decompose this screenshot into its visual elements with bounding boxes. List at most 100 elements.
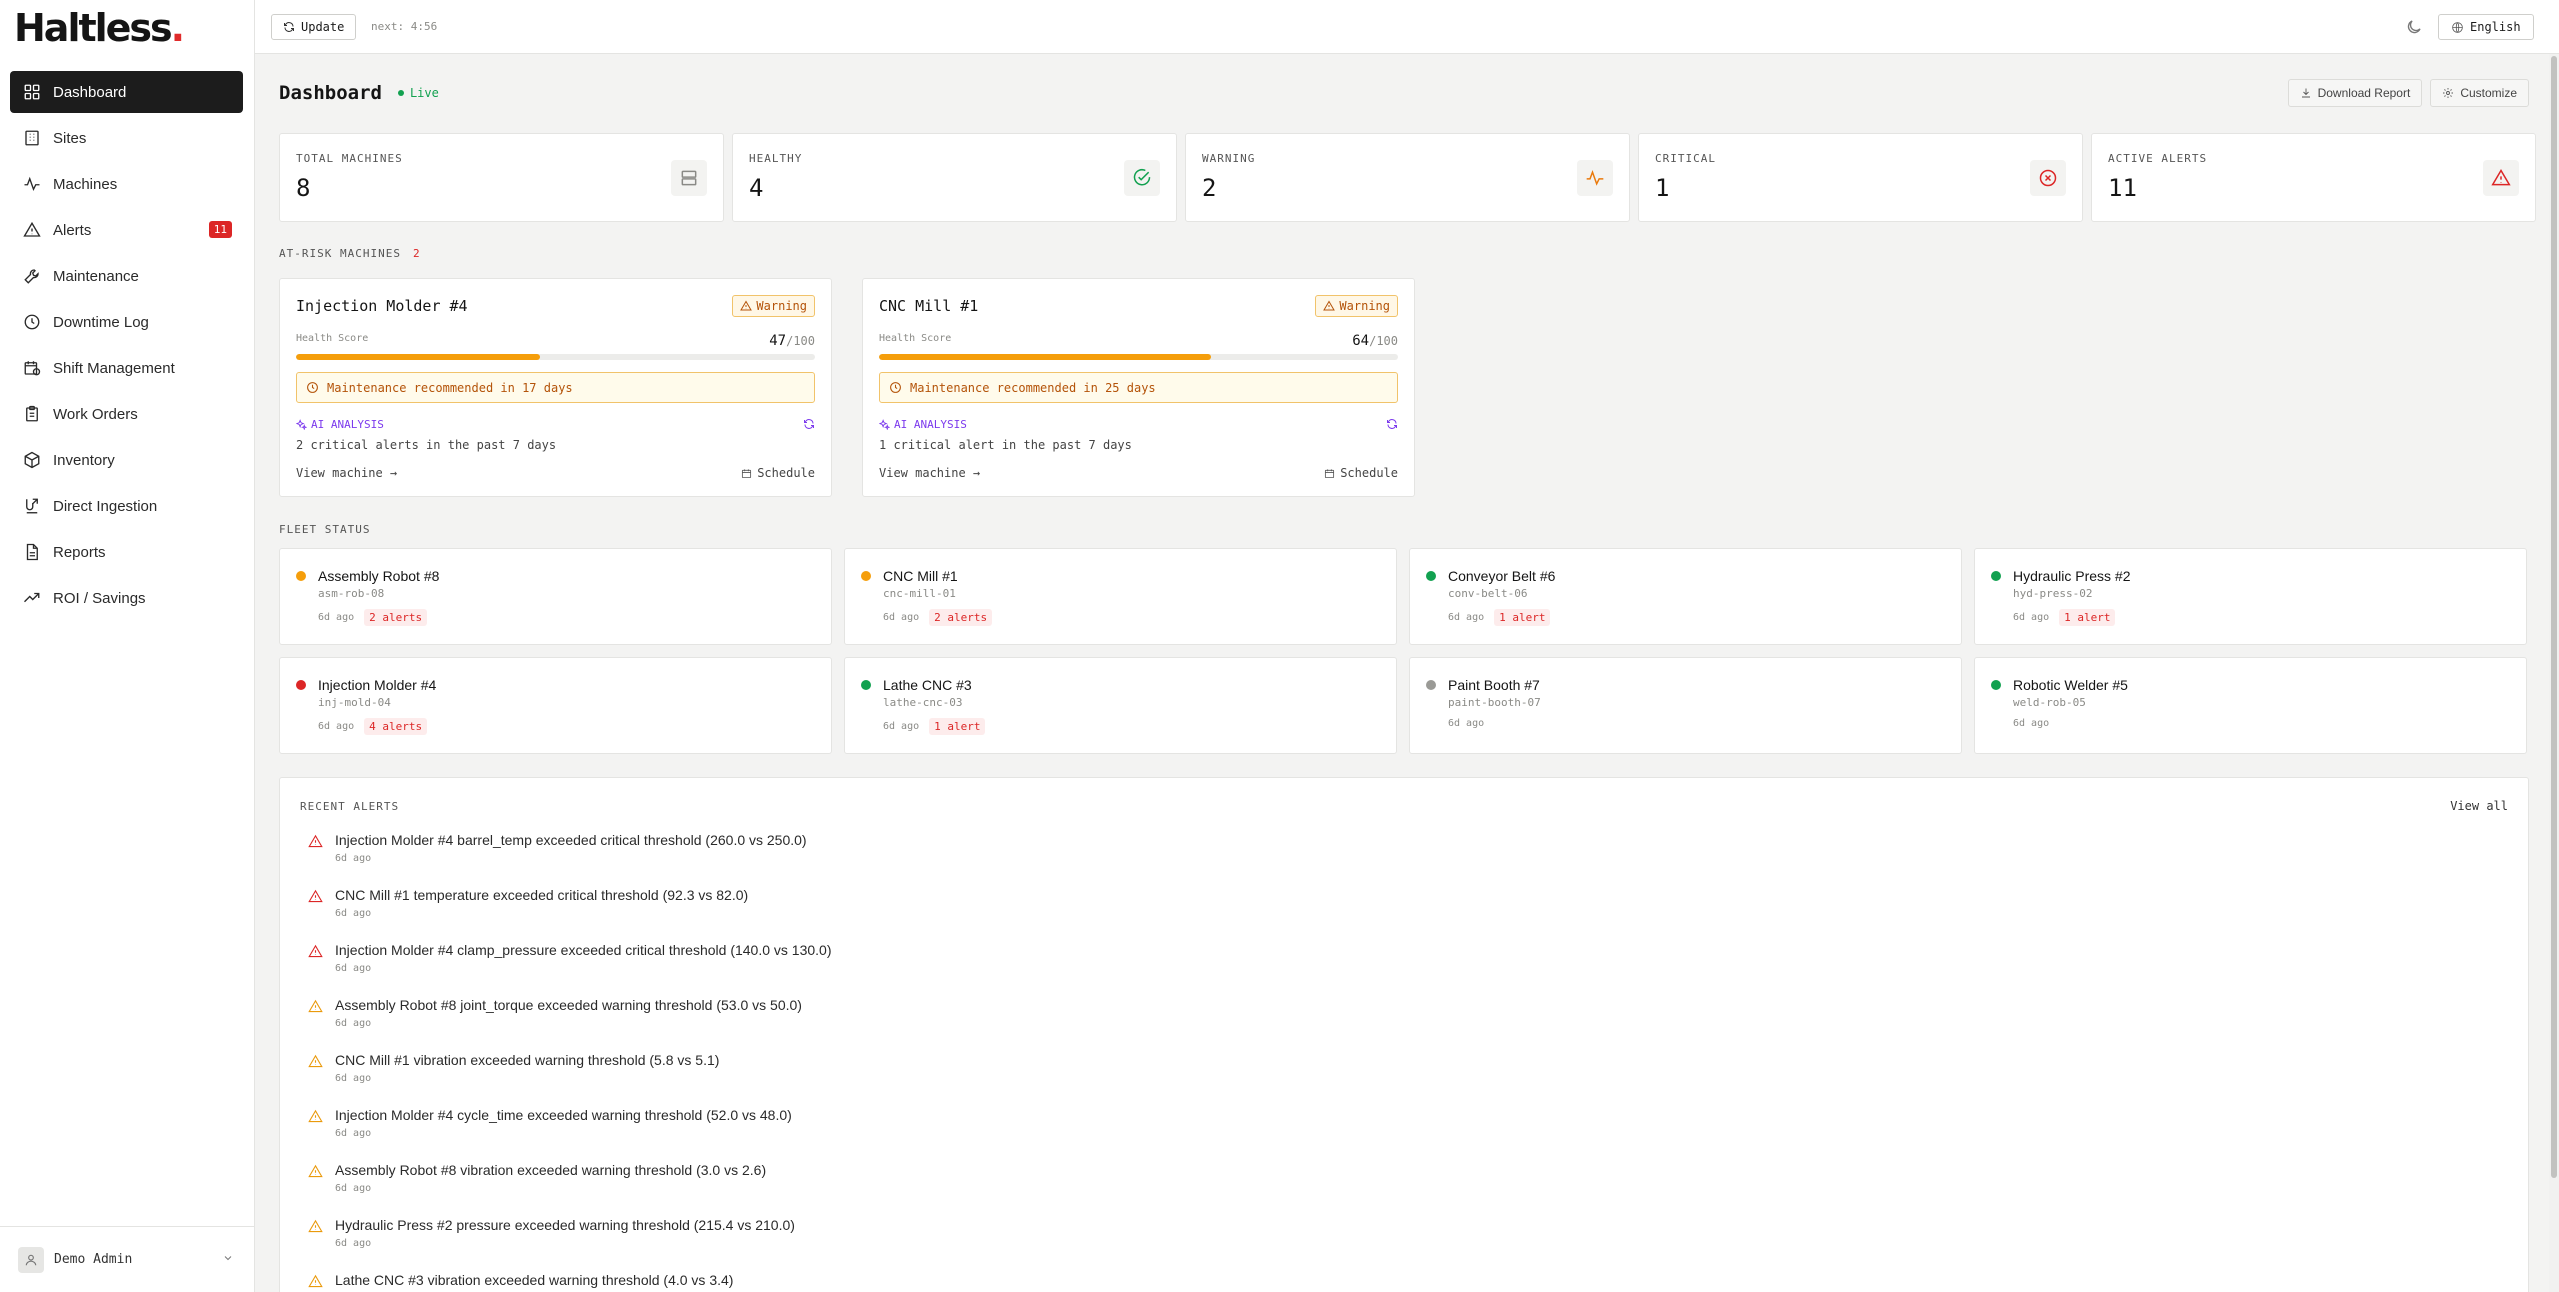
sidebar-item-machines[interactable]: Machines bbox=[10, 163, 243, 205]
stat-value: 2 bbox=[1202, 174, 1217, 202]
server-icon bbox=[671, 160, 707, 196]
trend-up-icon bbox=[24, 592, 40, 603]
x-circle-icon bbox=[2030, 160, 2066, 196]
stat-card-critical[interactable]: CRITICAL 1 bbox=[1638, 133, 2083, 222]
fleet-card[interactable]: CNC Mill #1 cnc-mill-01 6d ago 2 alerts bbox=[844, 548, 1397, 645]
last-seen: 6d ago bbox=[2013, 612, 2050, 623]
sidebar-item-reports[interactable]: Reports bbox=[10, 531, 243, 573]
health-score-bar bbox=[296, 354, 815, 360]
building-icon bbox=[25, 130, 39, 146]
status-dot bbox=[1426, 571, 1436, 581]
globe-icon bbox=[2452, 21, 2463, 33]
schedule-label: Schedule bbox=[757, 466, 815, 480]
pulse-icon bbox=[1577, 160, 1613, 196]
sidebar-item-sites[interactable]: Sites bbox=[10, 117, 243, 159]
fleet-card[interactable]: Injection Molder #4 inj-mold-04 6d ago 4 al… bbox=[279, 657, 832, 754]
stat-card-total-machines[interactable]: TOTAL MACHINES 8 bbox=[279, 133, 724, 222]
calendar-clock-icon bbox=[24, 361, 41, 376]
sidebar-item-roi-savings[interactable]: ROI / Savings bbox=[10, 577, 243, 619]
sidebar-item-maintenance[interactable]: Maintenance bbox=[10, 255, 243, 297]
fleet-card[interactable]: Paint Booth #7 paint-booth-07 6d ago bbox=[1409, 657, 1962, 754]
sidebar-item-label: Shift Management bbox=[53, 359, 175, 377]
recent-alerts-title: RECENT ALERTS bbox=[300, 800, 400, 813]
alert-message: Injection Molder #4 cycle_time exceeded … bbox=[335, 1107, 792, 1123]
page-header: Dashboard Live bbox=[279, 82, 439, 104]
stat-card-active-alerts[interactable]: ACTIVE ALERTS 11 bbox=[2091, 133, 2536, 222]
calendar-icon bbox=[742, 468, 752, 478]
view-all-link[interactable]: View all bbox=[2450, 799, 2508, 813]
scrollbar-thumb[interactable] bbox=[2551, 56, 2557, 1178]
sidebar-item-direct-ingestion[interactable]: Direct Ingestion bbox=[10, 485, 243, 527]
fleet-card[interactable]: Robotic Welder #5 weld-rob-05 6d ago bbox=[1974, 657, 2527, 754]
alert-message: Lathe CNC #3 vibration exceeded warning … bbox=[335, 1272, 734, 1288]
fleet-card[interactable]: Lathe CNC #3 lathe-cnc-03 6d ago 1 alert bbox=[844, 657, 1397, 754]
refresh-icon[interactable] bbox=[1386, 418, 1398, 430]
alert-message: CNC Mill #1 vibration exceeded warning t… bbox=[335, 1052, 720, 1068]
alert-row[interactable]: CNC Mill #1 temperature exceeded critica… bbox=[308, 887, 2458, 942]
sidebar-item-inventory[interactable]: Inventory bbox=[10, 439, 243, 481]
alert-row[interactable]: Injection Molder #4 clamp_pressure excee… bbox=[308, 942, 2458, 997]
machine-name: Lathe CNC #3 bbox=[883, 677, 972, 693]
clock-icon bbox=[24, 314, 40, 330]
sidebar-item-work-orders[interactable]: Work Orders bbox=[10, 393, 243, 435]
schedule-button[interactable]: Schedule bbox=[1324, 466, 1398, 480]
triangle-alert-icon bbox=[308, 1054, 323, 1068]
download-report-button[interactable]: Download Report bbox=[2287, 79, 2423, 107]
status-dot bbox=[861, 571, 871, 581]
moon-icon[interactable] bbox=[2405, 18, 2423, 36]
customize-button[interactable]: Customize bbox=[2430, 79, 2529, 107]
language-selector[interactable]: English bbox=[2438, 14, 2534, 40]
at-risk-card: Injection Molder #4 Warning Health Score… bbox=[279, 278, 832, 497]
logo[interactable]: Haltless. bbox=[14, 6, 185, 50]
alert-row[interactable]: Hydraulic Press #2 pressure exceeded war… bbox=[308, 1217, 2458, 1272]
update-button[interactable]: Update bbox=[271, 14, 357, 40]
machine-name: Hydraulic Press #2 bbox=[2013, 568, 2131, 584]
user-menu[interactable]: Demo Admin bbox=[0, 1226, 254, 1292]
fleet-card[interactable]: Hydraulic Press #2 hyd-press-02 6d ago 1 al… bbox=[1974, 548, 2527, 645]
last-seen: 6d ago bbox=[318, 721, 355, 732]
alert-time: 6d ago bbox=[335, 1238, 372, 1249]
machine-name: Injection Molder #4 bbox=[318, 677, 437, 693]
view-machine-link[interactable]: View machine → bbox=[296, 466, 397, 480]
stat-value: 8 bbox=[296, 174, 311, 202]
fleet-card[interactable]: Conveyor Belt #6 conv-belt-06 6d ago 1 aler… bbox=[1409, 548, 1962, 645]
view-machine-link[interactable]: View machine → bbox=[879, 466, 980, 480]
alert-row[interactable]: Injection Molder #4 barrel_temp exceeded… bbox=[308, 832, 2458, 887]
machine-meta: 6d ago 2 alerts bbox=[883, 609, 993, 626]
fleet-card[interactable]: Assembly Robot #8 asm-rob-08 6d ago 2 alert… bbox=[279, 548, 832, 645]
live-indicator: Live bbox=[398, 86, 439, 100]
sidebar-item-label: Sites bbox=[53, 129, 87, 147]
stat-label: TOTAL MACHINES bbox=[296, 152, 403, 165]
status-dot bbox=[1991, 680, 2001, 690]
stat-card-warning[interactable]: WARNING 2 bbox=[1185, 133, 1630, 222]
machine-id: inj-mold-04 bbox=[318, 696, 391, 709]
health-score-fill bbox=[879, 354, 1212, 360]
stat-card-healthy[interactable]: HEALTHY 4 bbox=[732, 133, 1177, 222]
sidebar-item-downtime-log[interactable]: Downtime Log bbox=[10, 301, 243, 343]
stat-value: 1 bbox=[1655, 174, 1670, 202]
schedule-button[interactable]: Schedule bbox=[741, 466, 815, 480]
alert-message: Assembly Robot #8 vibration exceeded war… bbox=[335, 1162, 767, 1178]
scrollbar[interactable] bbox=[2549, 54, 2559, 1292]
alert-row[interactable]: Lathe CNC #3 vibration exceeded warning … bbox=[308, 1272, 2458, 1292]
sidebar-item-shift-management[interactable]: Shift Management bbox=[10, 347, 243, 389]
alert-message: Assembly Robot #8 joint_torque exceeded … bbox=[335, 997, 802, 1013]
sidebar-item-dashboard[interactable]: Dashboard bbox=[10, 71, 243, 113]
customize-label: Customize bbox=[2460, 86, 2517, 100]
alert-row[interactable]: Injection Molder #4 cycle_time exceeded … bbox=[308, 1107, 2458, 1162]
alert-row[interactable]: CNC Mill #1 vibration exceeded warning t… bbox=[308, 1052, 2458, 1107]
alert-time: 6d ago bbox=[335, 1128, 372, 1139]
machine-id: cnc-mill-01 bbox=[883, 587, 956, 600]
machine-id: weld-rob-05 bbox=[2013, 696, 2086, 709]
alerts-count-badge: 11 bbox=[208, 221, 232, 238]
update-label: Update bbox=[301, 20, 345, 34]
alert-row[interactable]: Assembly Robot #8 joint_torque exceeded … bbox=[308, 997, 2458, 1052]
alert-time: 6d ago bbox=[335, 908, 372, 919]
refresh-icon[interactable] bbox=[803, 418, 815, 430]
sidebar-item-alerts[interactable]: Alerts 11 bbox=[10, 209, 243, 251]
machine-name: CNC Mill #1 bbox=[883, 568, 958, 584]
maintenance-recommendation: Maintenance recommended in 25 days bbox=[879, 372, 1398, 403]
health-score-label: Health Score bbox=[879, 333, 952, 344]
topbar: Update next: 4:56 English bbox=[255, 0, 2559, 54]
alert-row[interactable]: Assembly Robot #8 vibration exceeded war… bbox=[308, 1162, 2458, 1217]
